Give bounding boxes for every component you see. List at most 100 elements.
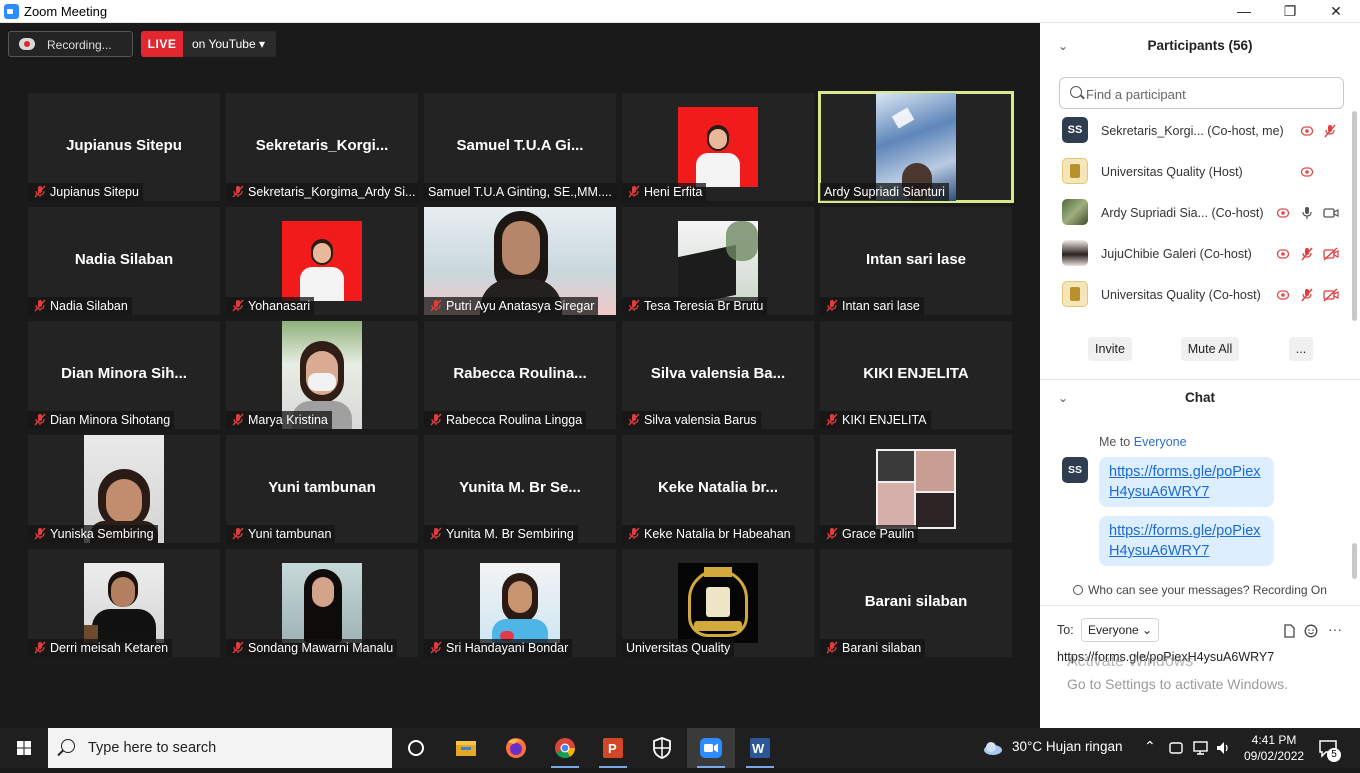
- participant-video-tile[interactable]: KIKI ENJELITA KIKI ENJELITA: [820, 321, 1012, 429]
- maximize-button[interactable]: ❐: [1267, 0, 1313, 23]
- participant-video-tile[interactable]: Dian Minora Sih... Dian Minora Sihotang: [28, 321, 220, 429]
- participant-video-tile[interactable]: Sekretaris_Korgi... Sekretaris_Korgima_Ar…: [226, 93, 418, 201]
- participant-video-tile[interactable]: Samuel T.U.A Gi... Samuel T.U.A Ginting, …: [424, 93, 616, 201]
- weather-text[interactable]: 30°C Hujan ringan: [1012, 739, 1122, 754]
- mic-muted-icon: [34, 413, 46, 426]
- task-view-icon[interactable]: [392, 728, 440, 768]
- participant-video-image: [678, 107, 758, 187]
- meet-now-icon[interactable]: [1168, 740, 1186, 756]
- participant-video-tile[interactable]: Keke Natalia br... Keke Natalia br Habeah…: [622, 435, 814, 543]
- volume-icon[interactable]: [1215, 740, 1233, 756]
- zoom-taskbar-icon[interactable]: [687, 728, 735, 768]
- mute-all-button[interactable]: Mute All: [1181, 337, 1239, 361]
- person-icon: [1073, 585, 1084, 595]
- participant-video-tile[interactable]: Barani silaban Barani silaban: [820, 549, 1012, 657]
- screen-share-icon: [1276, 288, 1290, 302]
- meeting-area: Recording... LIVE on YouTube ▾ Jupianus …: [0, 23, 1040, 728]
- file-icon[interactable]: [1282, 624, 1296, 638]
- participant-video-tile[interactable]: Yohanasari: [226, 207, 418, 315]
- participants-more-button[interactable]: ...: [1289, 337, 1313, 361]
- network-icon[interactable]: [1192, 740, 1210, 756]
- search-icon: [61, 739, 75, 753]
- participant-name: Universitas Quality (Host): [1101, 165, 1243, 179]
- participant-search-input[interactable]: [1086, 84, 1336, 104]
- participant-video-tile[interactable]: Heni Erfita: [622, 93, 814, 201]
- live-target-dropdown[interactable]: on YouTube ▾: [192, 37, 265, 51]
- minimize-button[interactable]: —: [1221, 0, 1267, 23]
- participant-name: Ardy Supriadi Sia... (Co-host): [1101, 206, 1264, 220]
- participant-video-tile[interactable]: Sondang Mawarni Manalu: [226, 549, 418, 657]
- mic-muted-icon: [826, 299, 838, 312]
- file-explorer-icon[interactable]: [442, 728, 490, 768]
- participant-video-tile[interactable]: Universitas Quality: [622, 549, 814, 657]
- participant-video-image: [876, 449, 956, 529]
- chat-to-name[interactable]: Everyone: [1134, 435, 1187, 449]
- close-button[interactable]: ✕: [1313, 0, 1359, 23]
- participant-video-tile[interactable]: Nadia Silaban Nadia Silaban: [28, 207, 220, 315]
- participant-video-tile[interactable]: Sri Handayani Bondar: [424, 549, 616, 657]
- chrome-icon[interactable]: [541, 728, 589, 768]
- participant-video-tile[interactable]: Jupianus Sitepu Jupianus Sitepu: [28, 93, 220, 201]
- windows-start-icon[interactable]: [0, 728, 48, 768]
- participant-search[interactable]: [1059, 77, 1344, 109]
- participant-video-tile[interactable]: Ardy Supriadi Sianturi: [818, 91, 1014, 203]
- participant-video-tile[interactable]: Intan sari lase Intan sari lase: [820, 207, 1012, 315]
- message-visibility-info[interactable]: Who can see your messages? Recording On: [1040, 583, 1360, 597]
- participant-video-tile[interactable]: Yuni tambunan Yuni tambunan: [226, 435, 418, 543]
- tray-chevron-icon[interactable]: ⌃: [1144, 738, 1156, 755]
- participant-row[interactable]: SS Sekretaris_Korgi... (Co-host, me): [1060, 113, 1345, 149]
- screen-share-icon: [1276, 206, 1290, 220]
- mic-muted-icon: [1300, 288, 1314, 302]
- participant-name: Sekretaris_Korgi... (Co-host, me): [1101, 124, 1284, 138]
- participant-video-tile[interactable]: Rabecca Roulina... Rabecca Roulina Lingga: [424, 321, 616, 429]
- word-icon[interactable]: W: [736, 728, 784, 768]
- avatar: SS: [1062, 117, 1088, 143]
- participant-display-name: Sekretaris_Korgi...: [255, 137, 389, 154]
- participant-video-tile[interactable]: Silva valensia Ba... Silva valensia Barus: [622, 321, 814, 429]
- participant-video-tile[interactable]: Tesa Teresia Br Brutu: [622, 207, 814, 315]
- avatar: [1062, 199, 1088, 225]
- window-title: Zoom Meeting: [24, 4, 108, 19]
- participant-name-label: Sekretaris_Korgima_Ardy Si...: [226, 183, 418, 201]
- firefox-icon[interactable]: [492, 728, 540, 768]
- participant-name-label: Tesa Teresia Br Brutu: [622, 297, 768, 315]
- participant-video-image: [84, 563, 164, 643]
- video-off-icon: [1323, 247, 1339, 261]
- mic-muted-icon: [34, 641, 46, 654]
- participant-video-tile[interactable]: Grace Paulin: [820, 435, 1012, 543]
- participant-row[interactable]: JujuChibie Galeri (Co-host): [1060, 236, 1345, 272]
- chat-more-icon[interactable]: ···: [1328, 621, 1342, 637]
- taskbar-clock[interactable]: 4:41 PM 09/02/2022: [1244, 732, 1304, 764]
- participant-display-name: Yuni tambunan: [268, 479, 376, 496]
- mic-muted-icon: [232, 527, 244, 540]
- participant-row[interactable]: Universitas Quality (Host): [1060, 154, 1345, 190]
- participants-title: Participants (56): [1147, 38, 1253, 53]
- participant-row[interactable]: Universitas Quality (Co-host): [1060, 277, 1345, 313]
- svg-text:W: W: [752, 741, 765, 756]
- emoji-icon[interactable]: [1304, 624, 1318, 638]
- invite-button[interactable]: Invite: [1088, 337, 1132, 361]
- participant-video-tile[interactable]: Marya Kristina: [226, 321, 418, 429]
- powerpoint-icon[interactable]: P: [589, 728, 637, 768]
- avatar: [1062, 158, 1088, 184]
- security-shield-icon[interactable]: [638, 728, 686, 768]
- recipient-dropdown[interactable]: Everyone ⌄: [1081, 618, 1160, 642]
- recording-label: Recording...: [47, 38, 112, 52]
- taskbar-search[interactable]: Type here to search: [48, 728, 392, 768]
- participant-display-name: Rabecca Roulina...: [453, 365, 587, 382]
- recording-indicator[interactable]: Recording...: [8, 31, 133, 57]
- participant-display-name: KIKI ENJELITA: [863, 365, 969, 382]
- chat-message-link[interactable]: https://forms.gle/poPiexH4ysuA6WRY7: [1099, 457, 1274, 507]
- participant-row[interactable]: Ardy Supriadi Sia... (Co-host): [1060, 195, 1345, 231]
- mic-muted-icon: [34, 527, 46, 540]
- live-stream-control[interactable]: LIVE on YouTube ▾: [141, 31, 276, 57]
- participant-video-tile[interactable]: Yunita M. Br Se... Yunita M. Br Sembiring: [424, 435, 616, 543]
- participants-scrollbar[interactable]: [1352, 111, 1357, 321]
- chat-scrollbar[interactable]: [1352, 543, 1357, 579]
- participant-video-tile[interactable]: Yuniska Sembiring: [28, 435, 220, 543]
- participant-name-label: Ardy Supriadi Sianturi: [820, 183, 949, 201]
- chat-message-link[interactable]: https://forms.gle/poPiexH4ysuA6WRY7: [1099, 516, 1274, 566]
- participant-video-tile[interactable]: Putri Ayu Anatasya Siregar: [424, 207, 616, 315]
- participant-video-tile[interactable]: Derri meisah Ketaren: [28, 549, 220, 657]
- title-bar: Zoom Meeting — ❐ ✕: [0, 0, 1360, 23]
